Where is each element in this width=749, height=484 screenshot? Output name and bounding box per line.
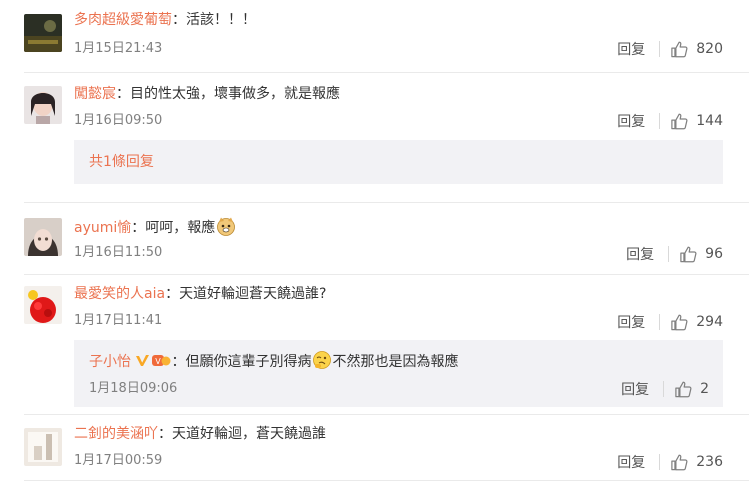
- comment-text: 活該！！！: [186, 12, 256, 28]
- comment-item: ayumi愉：呵呵，報應 1月16日11:50 回复 96: [0, 202, 749, 268]
- avatar[interactable]: [24, 86, 62, 124]
- like-count: 96: [705, 246, 723, 262]
- like-button[interactable]: 2: [674, 380, 709, 399]
- comment-item: 二釗的美涵吖：天道好輪迴，蒼天饒過誰 1月17日00:59 回复 236: [0, 414, 749, 484]
- comment-text-line: 最愛笑的人aia：天道好輪迴蒼天饒過誰?: [74, 284, 327, 304]
- thumbs-up-icon: [671, 454, 688, 470]
- comment-time: 1月15日21:43: [74, 41, 163, 56]
- comment-text: 目的性太強，壞事做多，就是報應: [130, 86, 340, 102]
- thumbs-up-icon: [671, 314, 688, 330]
- colon: ：: [131, 220, 146, 236]
- comment-text-line: 多肉超級愛葡萄：活該！！！: [74, 10, 256, 30]
- sub-reply-actions: 回复 2: [621, 379, 709, 399]
- thumbs-up-icon: [671, 113, 688, 129]
- comment-username[interactable]: ayumi愉: [74, 220, 131, 236]
- like-count: 820: [696, 41, 723, 57]
- comment-item: 闖懿宸：目的性太強，壞事做多，就是報應 1月16日09:50 回复 144 共1…: [0, 72, 749, 202]
- sub-reply-time: 1月18日09:06: [89, 381, 178, 396]
- comment-divider: [24, 480, 749, 481]
- comment-username[interactable]: 二釗的美涵吖: [74, 426, 158, 442]
- thumbs-up-icon: [680, 246, 697, 262]
- comment-time: 1月17日11:41: [74, 313, 163, 328]
- view-replies-link[interactable]: 共1條回复: [74, 154, 154, 170]
- sub-reply-box: 子小怡 V ：但願你這輩子別得病 不然那也是因為報應 1月18日09:06 回复 2: [74, 340, 723, 407]
- like-count: 236: [696, 454, 723, 470]
- avatar[interactable]: [24, 428, 62, 466]
- action-divider: [663, 381, 665, 397]
- sub-reply-text-continued: 不然那也是因為報應: [332, 354, 459, 370]
- comment-actions: 回复 294: [617, 312, 723, 332]
- thumbs-up-icon: [671, 41, 688, 57]
- colon: ：: [116, 86, 130, 102]
- colon: ：: [171, 354, 186, 370]
- avatar[interactable]: [24, 286, 62, 324]
- colon: ：: [158, 426, 172, 442]
- sub-reply-username[interactable]: 子小怡: [89, 354, 131, 370]
- comment-text-line: 二釗的美涵吖：天道好輪迴，蒼天饒過誰: [74, 424, 326, 444]
- reply-button[interactable]: 回复: [617, 452, 645, 472]
- reply-summary-box: 共1條回复: [74, 140, 723, 184]
- reply-button[interactable]: 回复: [621, 379, 649, 399]
- comment-text-line: ayumi愉：呵呵，報應: [74, 216, 236, 238]
- comment-actions: 回复 96: [626, 244, 723, 264]
- like-count: 144: [696, 113, 723, 129]
- like-button[interactable]: 144: [670, 112, 723, 131]
- like-button[interactable]: 236: [670, 453, 723, 472]
- comment-actions: 回复 144: [617, 111, 723, 131]
- sub-reply-text-line: 子小怡 V ：但願你這輩子別得病 不然那也是因為報應: [89, 350, 458, 374]
- comment-text: 呵呵，報應: [145, 220, 216, 236]
- action-divider: [659, 454, 661, 470]
- colon: ：: [165, 286, 180, 302]
- comment-username[interactable]: 最愛笑的人aia: [74, 286, 165, 302]
- comment-time: 1月16日11:50: [74, 245, 163, 260]
- doge-emoji-icon: [216, 216, 236, 236]
- colon: ：: [172, 12, 186, 28]
- reply-button[interactable]: 回复: [617, 111, 645, 131]
- thumbs-up-icon: [675, 381, 692, 397]
- comment-text-line: 闖懿宸：目的性太強，壞事做多，就是報應: [74, 84, 340, 104]
- like-button[interactable]: 820: [670, 40, 723, 59]
- action-divider: [659, 314, 661, 330]
- action-divider: [659, 113, 661, 129]
- comment-actions: 回复 236: [617, 452, 723, 472]
- like-button[interactable]: 294: [670, 313, 723, 332]
- like-count: 294: [696, 314, 723, 330]
- avatar[interactable]: [24, 218, 62, 256]
- comment-actions: 回复 820: [617, 39, 723, 59]
- comment-item: 多肉超級愛葡萄：活該！！！ 1月15日21:43 回复 820: [0, 0, 749, 66]
- action-divider: [668, 246, 670, 262]
- comment-username[interactable]: 多肉超級愛葡萄: [74, 12, 172, 28]
- action-divider: [659, 41, 661, 57]
- thinking-emoji-icon: [312, 350, 332, 370]
- sub-reply-text: 但願你這輩子別得病: [185, 354, 312, 370]
- member-badge-icon: V: [151, 352, 171, 374]
- reply-button[interactable]: 回复: [617, 39, 645, 59]
- reply-button[interactable]: 回复: [626, 244, 654, 264]
- like-count: 2: [700, 381, 709, 397]
- verified-badge-icon: [135, 354, 151, 374]
- comment-time: 1月16日09:50: [74, 113, 163, 128]
- comment-text: 天道好輪迴蒼天饒過誰?: [179, 286, 327, 302]
- comment-text: 天道好輪迴，蒼天饒過誰: [172, 426, 326, 442]
- comment-item: 最愛笑的人aia：天道好輪迴蒼天饒過誰? 1月17日11:41 回复 294 子…: [0, 274, 749, 414]
- svg-text:V: V: [156, 357, 162, 366]
- comment-time: 1月17日00:59: [74, 453, 163, 468]
- like-button[interactable]: 96: [679, 245, 723, 264]
- avatar[interactable]: [24, 14, 62, 52]
- reply-button[interactable]: 回复: [617, 312, 645, 332]
- comment-username[interactable]: 闖懿宸: [74, 86, 116, 102]
